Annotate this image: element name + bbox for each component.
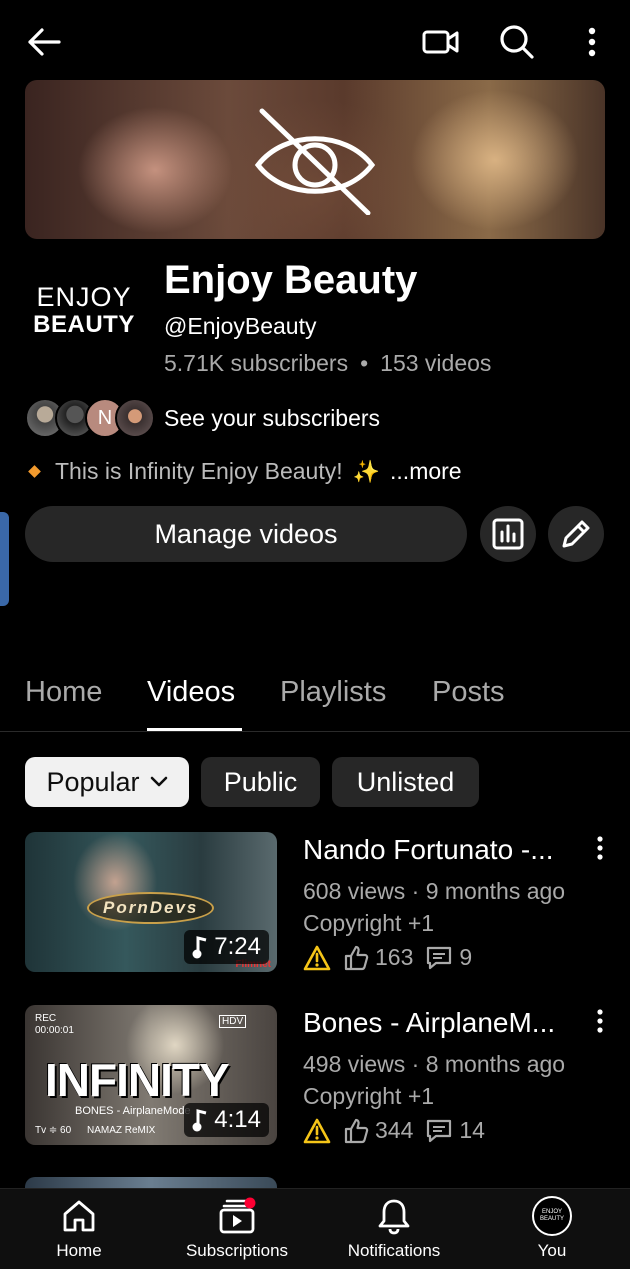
- see-subscribers-label: See your subscribers: [164, 404, 381, 431]
- edit-channel-button[interactable]: [548, 506, 604, 562]
- description-more-link[interactable]: ...more: [390, 458, 462, 485]
- active-tab-indicator: [147, 728, 242, 731]
- comments-count: 9: [459, 944, 473, 970]
- channel-handle: @EnjoyBeauty: [164, 313, 317, 339]
- channel-description[interactable]: This is Infinity Enjoy Beauty! ✨ ...more: [28, 458, 462, 485]
- thumbnail-remix-label: NAMAZ ReMIX: [87, 1125, 156, 1136]
- sparkles-icon: ✨: [352, 458, 381, 484]
- nav-notifications[interactable]: Notifications: [324, 1195, 464, 1265]
- stats-separator: •: [360, 350, 369, 376]
- music-note-icon: [192, 1109, 207, 1132]
- tab-home[interactable]: Home: [25, 676, 102, 709]
- thumbnail-logo-text: INFINITY: [45, 1054, 230, 1106]
- comment-icon: [427, 946, 452, 969]
- video-more-icon[interactable]: [595, 1009, 605, 1033]
- nav-subscriptions-label: Subscriptions: [185, 1241, 289, 1260]
- nav-home-label: Home: [56, 1241, 102, 1260]
- tab-posts[interactable]: Posts: [432, 676, 505, 709]
- video-thumbnail[interactable]: REC 00:00:01 HDV INFINITY BONES - Airpla…: [25, 1005, 277, 1145]
- home-icon: [9, 1195, 149, 1237]
- warning-icon[interactable]: [303, 1118, 331, 1144]
- analytics-icon: [492, 518, 524, 550]
- nav-you[interactable]: ENJOY BEAUTY You: [482, 1195, 622, 1265]
- thumbnail-timecode: 00:00:01: [35, 1025, 74, 1036]
- pencil-icon: [562, 520, 590, 548]
- thumbnail-tv-label: Tv ≑ 60: [35, 1125, 72, 1136]
- hidden-content-eye-off-icon: [250, 105, 380, 220]
- nav-you-label: You: [537, 1241, 567, 1260]
- likes-stat: 163: [343, 944, 413, 971]
- profile-avatar-text: ENJOY BEAUTY: [532, 1196, 572, 1236]
- comments-stat: 14: [425, 1117, 485, 1144]
- bottom-navigation: Home Subscriptions Notifications ENJOY B…: [0, 1188, 630, 1269]
- channel-name: Enjoy Beauty: [164, 258, 418, 302]
- search-icon[interactable]: [497, 22, 537, 62]
- channel-stats: 5.71K subscribers • 153 videos: [164, 350, 491, 377]
- video-title[interactable]: Nando Fortunato -...: [303, 834, 578, 866]
- analytics-button[interactable]: [480, 506, 536, 562]
- subscriber-count: 5.71K subscribers: [164, 350, 349, 376]
- logo-line-2: BEAUTY: [33, 311, 135, 338]
- bell-icon: [324, 1195, 464, 1237]
- subscriber-avatars: N: [25, 398, 155, 438]
- more-vertical-icon[interactable]: [572, 22, 612, 62]
- channel-logo[interactable]: ENJOY BEAUTY: [25, 282, 143, 352]
- filter-unlisted-chip[interactable]: Unlisted: [332, 757, 479, 807]
- nav-notifications-label: Notifications: [347, 1241, 441, 1260]
- avatar-letter: N: [97, 406, 113, 429]
- comments-count: 14: [459, 1117, 485, 1143]
- thumbnail-rec-label: REC: [35, 1013, 57, 1024]
- video-stats: 344 14: [303, 1117, 497, 1144]
- thumbnail-logo-text: PornDevs: [87, 892, 215, 924]
- thumbnail-subtitle: BONES - AirplaneMode: [75, 1105, 191, 1117]
- likes-stat: 344: [343, 1117, 413, 1144]
- sort-popular-chip[interactable]: Popular: [25, 757, 189, 807]
- duration-text: 7:24: [214, 933, 261, 960]
- video-count: 153 videos: [380, 350, 492, 376]
- thumbs-up-icon: [344, 1118, 369, 1143]
- video-meta: 498 views · 8 months ago: [303, 1051, 566, 1077]
- avatar: [115, 398, 155, 438]
- channel-tabs: Home Videos Playlists Posts: [0, 660, 630, 732]
- video-stats: 163 9: [303, 944, 484, 971]
- duration-badge: 4:14: [184, 1103, 269, 1137]
- video-item[interactable]: REC 00:00:01 HDV INFINITY BONES - Airpla…: [25, 1005, 605, 1145]
- copyright-label[interactable]: Copyright +1: [303, 1083, 434, 1110]
- channel-banner: [25, 80, 605, 239]
- duration-text: 4:14: [214, 1106, 261, 1133]
- duration-badge: 7:24: [184, 930, 269, 964]
- create-video-icon[interactable]: [421, 22, 461, 62]
- thumbnail-hdv-label: HDV: [219, 1015, 247, 1028]
- top-bar: [0, 0, 630, 80]
- profile-avatar: ENJOY BEAUTY: [482, 1195, 622, 1237]
- description-text: This is Infinity Enjoy Beauty!: [55, 458, 343, 484]
- see-subscribers-row[interactable]: N See your subscribers: [25, 398, 380, 438]
- thumbs-up-icon: [344, 945, 369, 970]
- filter-public-chip[interactable]: Public: [201, 757, 320, 807]
- music-note-icon: [192, 936, 207, 959]
- warning-icon[interactable]: [303, 945, 331, 971]
- video-more-icon[interactable]: [595, 836, 605, 860]
- likes-count: 344: [375, 1117, 414, 1143]
- tab-playlists[interactable]: Playlists: [280, 676, 386, 709]
- video-meta: 608 views · 9 months ago: [303, 878, 566, 904]
- back-arrow-icon[interactable]: [24, 22, 64, 62]
- subscriptions-icon: [167, 1195, 307, 1237]
- likes-count: 163: [375, 944, 414, 970]
- nav-subscriptions[interactable]: Subscriptions: [167, 1195, 307, 1265]
- video-title[interactable]: Bones - AirplaneM...: [303, 1007, 578, 1039]
- comment-icon: [427, 1119, 452, 1142]
- comments-stat: 9: [425, 944, 472, 971]
- tab-videos[interactable]: Videos: [147, 676, 235, 709]
- edge-handle[interactable]: [0, 512, 9, 606]
- manage-videos-button[interactable]: Manage videos: [25, 506, 467, 562]
- nav-home[interactable]: Home: [9, 1195, 149, 1265]
- logo-line-1: ENJOY: [36, 282, 132, 312]
- video-item[interactable]: PornDevs Flimnet 7:24 Nando Fortunato -.…: [25, 832, 605, 972]
- video-thumbnail[interactable]: PornDevs Flimnet 7:24: [25, 832, 277, 972]
- chevron-down-icon: [150, 776, 167, 787]
- copyright-label[interactable]: Copyright +1: [303, 910, 434, 937]
- chip-label: Popular: [46, 766, 140, 797]
- orange-diamond-icon: [28, 465, 41, 478]
